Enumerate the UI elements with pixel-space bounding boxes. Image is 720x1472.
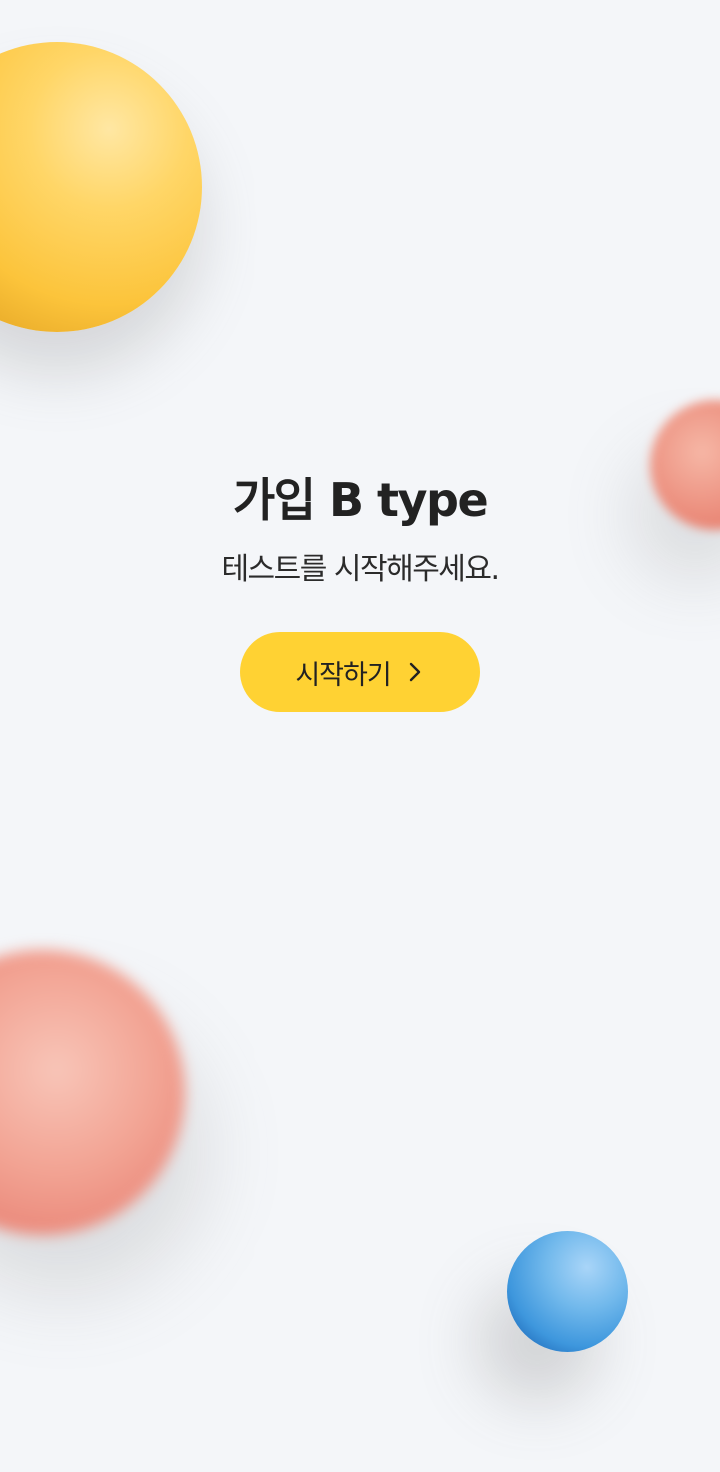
chevron-right-icon — [409, 662, 420, 682]
start-button-label: 시작하기 — [295, 659, 391, 691]
blue-sphere-decoration — [507, 1231, 628, 1352]
red-sphere-decoration-left — [0, 950, 185, 1235]
page-title: 가입 B type — [232, 473, 489, 527]
page-subtitle: 테스트를 시작해주세요. — [221, 552, 500, 587]
start-button[interactable]: 시작하기 — [240, 632, 480, 712]
join-screen: 가입 B type 테스트를 시작해주세요. 시작하기 — [0, 0, 720, 1472]
yellow-sphere-decoration — [0, 42, 202, 332]
